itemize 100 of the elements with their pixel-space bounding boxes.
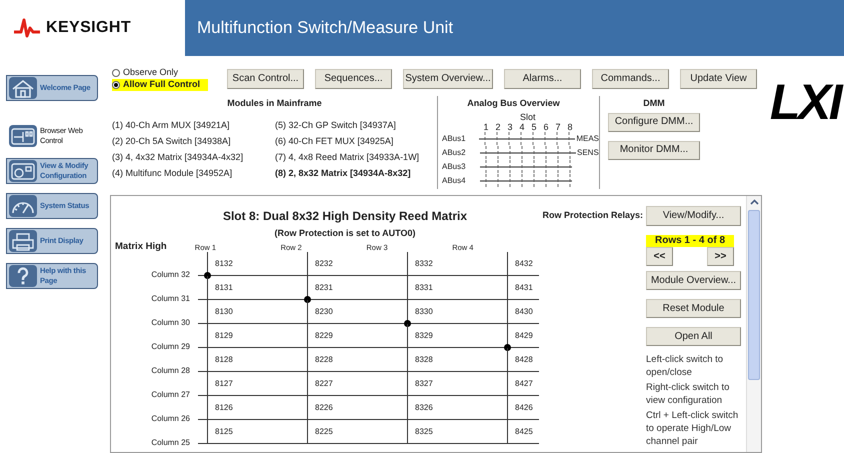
switch-cell[interactable]: 8326 — [407, 396, 507, 420]
module-entry: (7) 4, 4x8 Reed Matrix [34933A-1W] — [275, 150, 420, 164]
column-label: Column 32 — [150, 270, 190, 280]
switch-cell[interactable]: 8228 — [307, 348, 407, 372]
scroll-thumb[interactable] — [748, 210, 760, 380]
radio-option[interactable]: Allow Full Control — [112, 79, 208, 91]
radio-option[interactable]: Observe Only — [112, 67, 186, 79]
toolbar-button[interactable]: System Overview... — [403, 69, 493, 89]
toolbar-button[interactable]: Update View — [680, 69, 757, 89]
switch-cell[interactable]: 8432 — [507, 252, 539, 276]
matrix-subtitle: (Row Protection is set to AUTO0) — [273, 227, 416, 239]
section-heading: Analog Bus Overview — [466, 97, 561, 110]
module-action-button[interactable]: Open All — [646, 327, 741, 346]
switch-cell[interactable]: 8229 — [307, 324, 407, 348]
module-entry: (8) 2, 8x32 Matrix [34934A-8x32] — [275, 166, 412, 180]
section-heading: Modules in Mainframe — [226, 97, 323, 110]
previous-button[interactable]: << — [646, 247, 673, 266]
column-label: Column 26 — [150, 414, 190, 424]
switch-cell[interactable]: 8125 — [207, 420, 307, 444]
switch-cell[interactable]: 8426 — [507, 396, 539, 420]
protection-label: Row Protection Relays: — [541, 209, 644, 222]
module-entry: (6) 40-Ch FET MUX [34925A] — [275, 134, 394, 148]
column-label: Column 28 — [150, 366, 190, 376]
gauge-icon — [9, 195, 37, 217]
bus-label: ABus3 — [442, 160, 467, 172]
column-label: Column 31 — [150, 294, 190, 304]
switch-cell[interactable]: 8232 — [307, 252, 407, 276]
column-label: Column 30 — [150, 318, 190, 328]
module-entry: (5) 32-Ch GP Switch [34937A] — [275, 118, 397, 132]
switch-cell[interactable]: 8131 — [207, 276, 307, 300]
help-text: Right-click switch to view configuration — [646, 381, 730, 407]
bus-label: ABus1 — [442, 132, 467, 144]
switch-cell[interactable]: 8327 — [407, 372, 507, 396]
module-entry: (3) 4, 4x32 Matrix [34934A-4x32] — [112, 150, 244, 164]
panel-icon — [9, 125, 37, 147]
slot-number: 4 — [518, 122, 526, 132]
column-label: Column 29 — [150, 342, 190, 352]
switch-cell[interactable]: 8425 — [507, 420, 539, 444]
bus-label: ABus4 — [442, 174, 467, 186]
switch-cell[interactable]: 8230 — [307, 300, 407, 324]
switch-cell[interactable]: 8325 — [407, 420, 507, 444]
logo-wave-icon — [14, 18, 40, 38]
next-button[interactable]: >> — [707, 247, 734, 266]
switch-cell[interactable]: 8328 — [407, 348, 507, 372]
toolbar-button[interactable]: Sequences... — [315, 69, 392, 89]
toolbar-button[interactable]: Commands... — [592, 69, 669, 89]
switch-cell[interactable]: 8427 — [507, 372, 539, 396]
toolbar-button[interactable]: Alarms... — [504, 69, 581, 89]
scrollbar[interactable] — [746, 196, 761, 452]
matrix-side-label: Matrix High — [114, 241, 168, 252]
bus-label: ABus2 — [442, 146, 467, 158]
switch-cell[interactable]: 8127 — [207, 372, 307, 396]
help-text: Left-click switch to open/close — [646, 353, 724, 379]
module-action-button[interactable]: Module Overview... — [646, 271, 741, 290]
switch-cell[interactable]: 8332 — [407, 252, 507, 276]
slot-number: 8 — [566, 122, 574, 132]
switch-cell[interactable]: 8227 — [307, 372, 407, 396]
switch-cell[interactable]: 8129 — [207, 324, 307, 348]
bus-end-label: MEAS — [575, 132, 599, 144]
module-entry: (1) 40-Ch Arm MUX [34921A] — [112, 118, 231, 132]
module-action-button[interactable]: Reset Module — [646, 299, 741, 318]
column-label: Column 25 — [150, 438, 190, 448]
switch-cell[interactable]: 8428 — [507, 348, 539, 372]
switch-cell[interactable]: 8126 — [207, 396, 307, 420]
logo: LXI — [770, 75, 840, 132]
gear-panel-icon — [9, 160, 37, 182]
slot-number: 1 — [482, 122, 490, 132]
slot-number: 7 — [554, 122, 562, 132]
module-entry: (2) 20-Ch 5A Switch [34938A] — [112, 134, 232, 148]
question-icon — [9, 265, 37, 287]
switch-cell[interactable]: 8431 — [507, 276, 539, 300]
switch-cell[interactable]: 8331 — [407, 276, 507, 300]
view-modify-button[interactable]: View/Modify... — [646, 206, 741, 226]
brand-name: KEYSIGHT — [46, 18, 131, 38]
module-entry: (4) Multifunc Module [34952A] — [112, 166, 234, 180]
switch-cell[interactable]: 8128 — [207, 348, 307, 372]
switch-cell[interactable]: 8430 — [507, 300, 539, 324]
switch-cell[interactable]: 8225 — [307, 420, 407, 444]
switch-cell[interactable]: 8231 — [307, 276, 407, 300]
printer-icon — [9, 230, 37, 252]
slot-number: 2 — [494, 122, 502, 132]
help-text: Ctrl + Left-click switch to operate High/Low channel pair — [646, 409, 740, 448]
section-heading: DMM — [642, 97, 666, 110]
toolbar-button[interactable]: Scan Control... — [227, 69, 304, 89]
slot-number: 5 — [530, 122, 538, 132]
switch-cell[interactable]: 8132 — [207, 252, 307, 276]
slot-number: 6 — [542, 122, 550, 132]
window-title: Multifunction Switch/Measure Unit — [197, 17, 454, 40]
slot-label: Slot — [519, 112, 537, 122]
bus-end-label: SENS — [576, 146, 599, 158]
switch-cell[interactable]: 8329 — [407, 324, 507, 348]
matrix-title: Slot 8: Dual 8x32 High Density Reed Matrix — [222, 208, 468, 224]
switch-cell[interactable]: 8330 — [407, 300, 507, 324]
dmm-button[interactable]: Monitor DMM... — [608, 140, 700, 160]
dmm-button[interactable]: Configure DMM... — [608, 112, 700, 132]
column-label: Column 27 — [150, 390, 190, 400]
switch-cell[interactable]: 8226 — [307, 396, 407, 420]
house-icon — [9, 77, 37, 99]
switch-cell[interactable]: 8429 — [507, 324, 539, 348]
switch-cell[interactable]: 8130 — [207, 300, 307, 324]
